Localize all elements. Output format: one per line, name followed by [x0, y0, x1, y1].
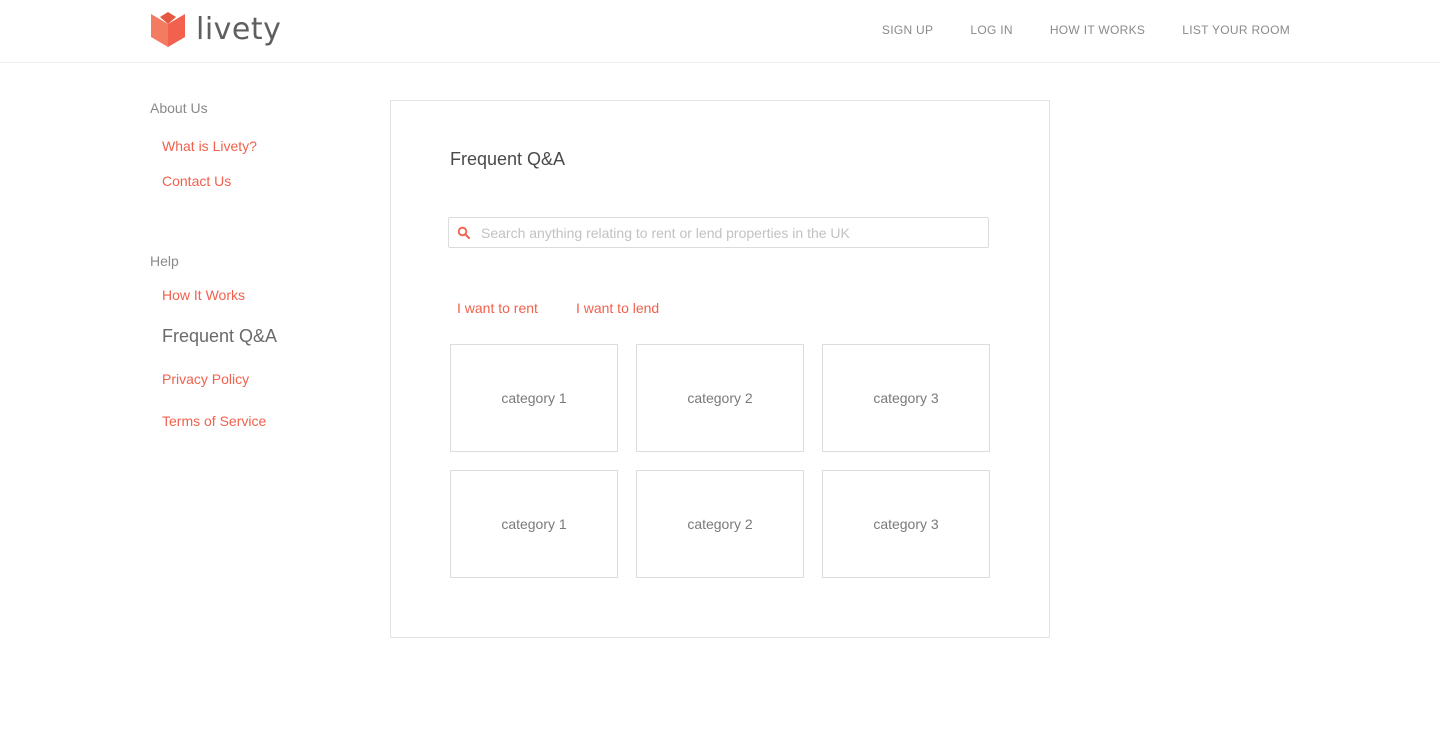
livety-logo-icon — [151, 12, 185, 47]
category-label: category 2 — [687, 390, 753, 406]
nav-sign-up[interactable]: SIGN UP — [882, 23, 933, 37]
category-label: category 1 — [501, 516, 567, 532]
category-label: category 3 — [873, 390, 939, 406]
category-card[interactable]: category 1 — [450, 344, 618, 452]
audience-tabs: I want to rent I want to lend — [457, 300, 697, 316]
tab-i-want-to-rent[interactable]: I want to rent — [457, 300, 538, 316]
brand-name: livety — [196, 12, 282, 47]
category-label: category 2 — [687, 516, 753, 532]
nav-log-in[interactable]: LOG IN — [970, 23, 1012, 37]
category-card[interactable]: category 2 — [636, 470, 804, 578]
search-box[interactable] — [448, 217, 989, 248]
main-nav: SIGN UP LOG IN HOW IT WORKS LIST YOUR RO… — [845, 23, 1290, 37]
sidebar-item-what-is-livety[interactable]: What is Livety? — [162, 138, 257, 154]
sidebar-item-terms-of-service[interactable]: Terms of Service — [162, 413, 266, 429]
tab-i-want-to-lend[interactable]: I want to lend — [576, 300, 659, 316]
category-card[interactable]: category 3 — [822, 344, 990, 452]
sidebar-item-contact-us[interactable]: Contact Us — [162, 173, 231, 189]
nav-how-it-works[interactable]: HOW IT WORKS — [1050, 23, 1145, 37]
nav-list-your-room[interactable]: LIST YOUR ROOM — [1182, 23, 1290, 37]
faq-panel: Frequent Q&A I want to rent I want to le… — [390, 100, 1050, 638]
sidebar-item-privacy-policy[interactable]: Privacy Policy — [162, 371, 249, 387]
sidebar-item-frequent-qa-active[interactable]: Frequent Q&A — [162, 326, 277, 347]
category-label: category 3 — [873, 516, 939, 532]
search-icon[interactable] — [457, 226, 471, 240]
sidebar-item-how-it-works[interactable]: How It Works — [162, 287, 245, 303]
category-card[interactable]: category 3 — [822, 470, 990, 578]
category-card[interactable]: category 1 — [450, 470, 618, 578]
page-title: Frequent Q&A — [450, 149, 566, 169]
search-input[interactable] — [481, 219, 988, 246]
top-navigation-bar: livety SIGN UP LOG IN HOW IT WORKS LIST … — [0, 0, 1440, 63]
logo[interactable]: livety — [150, 11, 281, 49]
category-label: category 1 — [501, 390, 567, 406]
category-card[interactable]: category 2 — [636, 344, 804, 452]
sidebar-heading-help: Help — [150, 253, 179, 269]
sidebar-heading-about: About Us — [150, 100, 208, 116]
